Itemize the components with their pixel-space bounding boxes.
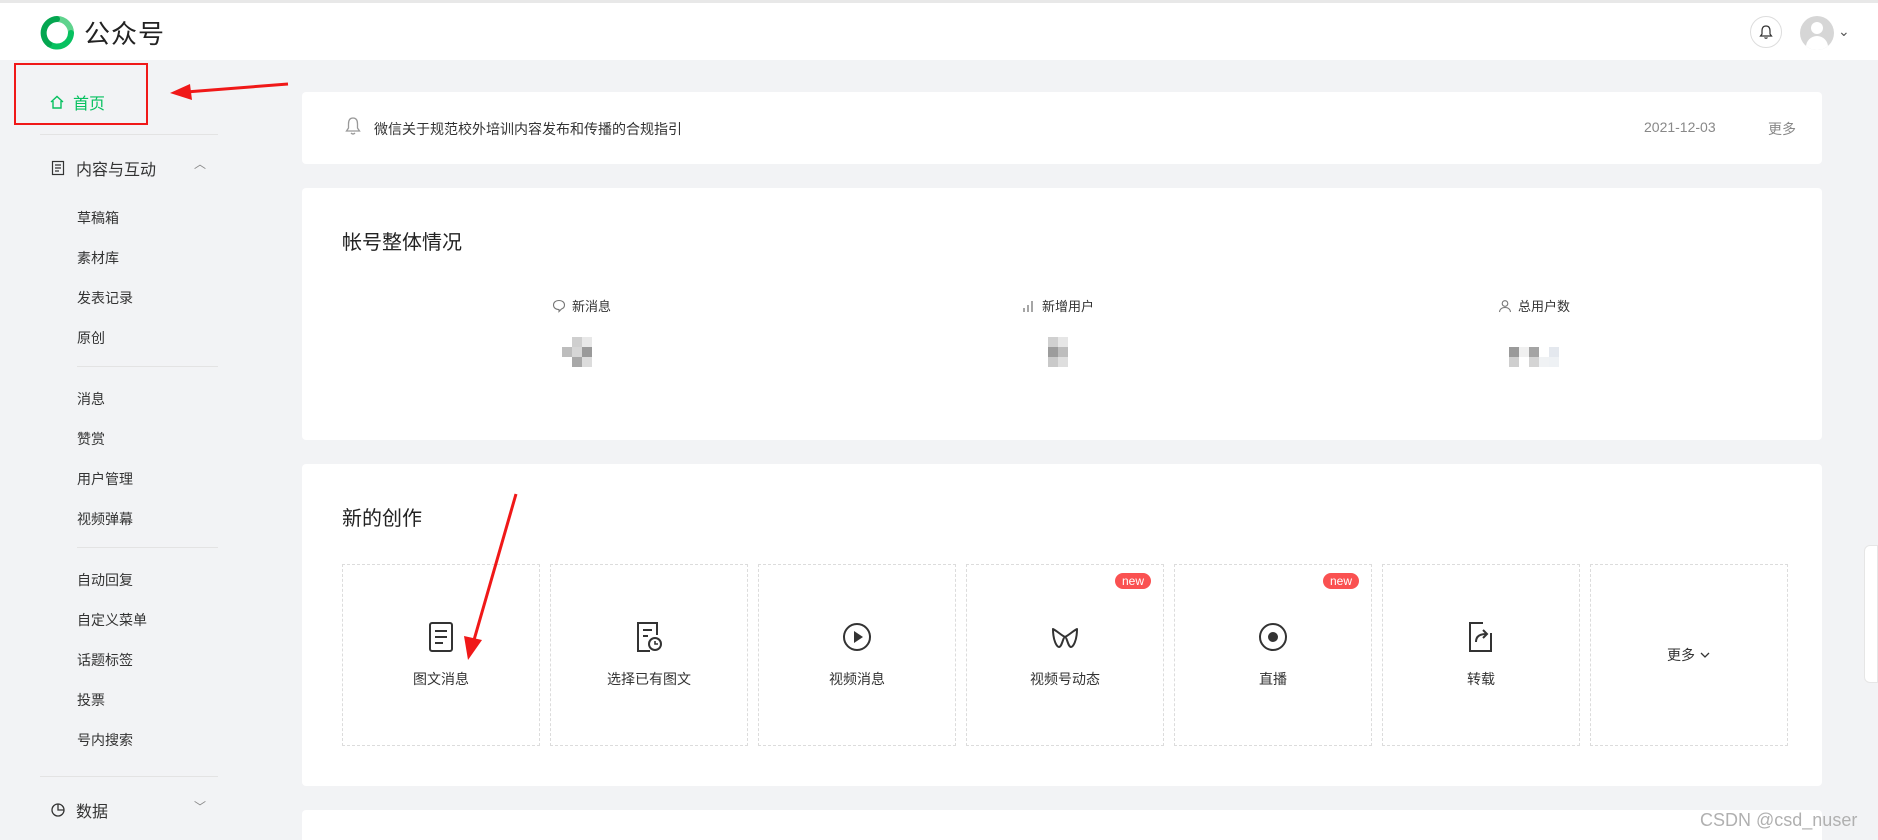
sidebar-group-label: 数据	[76, 804, 109, 821]
stat-label: 新增用户	[1042, 299, 1095, 314]
wechat-mp-logo-icon	[40, 15, 74, 50]
sidebar-item-topic-tags[interactable]: 话题标签	[77, 650, 133, 670]
chevron-down-icon	[1700, 652, 1710, 658]
new-badge: new	[1114, 573, 1151, 589]
chevron-down-icon[interactable]: ⌄	[1838, 23, 1850, 40]
pixelated-value	[1038, 337, 1078, 377]
create-tile-more[interactable]: 更多	[1590, 564, 1788, 746]
sidebar-item-video-danmaku[interactable]: 视频弹幕	[77, 509, 133, 529]
next-section-card	[302, 810, 1822, 840]
article-clock-icon	[637, 622, 662, 652]
create-tile-video[interactable]: 视频消息	[758, 564, 956, 746]
live-record-icon	[1259, 623, 1287, 651]
sidebar-item-user-management[interactable]: 用户管理	[77, 469, 133, 489]
pixelated-value	[561, 337, 602, 377]
sidebar-item-library[interactable]: 素材库	[77, 248, 119, 268]
document-icon	[51, 160, 65, 176]
notice-link[interactable]: 微信关于规范校外培训内容发布和传播的合规指引	[374, 119, 682, 139]
app-title: 公众号	[84, 19, 166, 49]
sidebar-group-content[interactable]: 内容与互动	[50, 156, 156, 180]
annotation-highlight-box	[14, 63, 148, 125]
stat-new-users[interactable]: 新增用户	[1022, 296, 1094, 377]
notice-card: 微信关于规范校外培训内容发布和传播的合规指引 2021-12-03 更多	[302, 92, 1822, 164]
sidebar-item-messages[interactable]: 消息	[77, 389, 105, 409]
channels-icon	[1052, 628, 1078, 648]
create-tile-existing-article[interactable]: 选择已有图文	[550, 564, 748, 746]
users-icon	[1498, 299, 1512, 312]
sidebar: 首页 内容与互动 ︿ 草稿箱 素材库 发表记录 原创 消息 赞赏 用户管理 视频…	[0, 60, 240, 840]
sidebar-group-label: 内容与互动	[76, 162, 157, 179]
bell-icon	[345, 117, 361, 135]
divider	[40, 776, 218, 777]
divider	[40, 134, 218, 135]
tile-label: 转载	[1467, 671, 1495, 687]
bell-icon	[1759, 25, 1773, 39]
section-title: 帐号整体情况	[342, 232, 462, 254]
repost-icon	[1469, 622, 1492, 652]
top-bar: 公众号 ⌄	[0, 0, 1878, 60]
stat-new-messages[interactable]: 新消息	[552, 296, 611, 377]
sidebar-item-auto-reply[interactable]: 自动回复	[77, 570, 133, 590]
bar-chart-icon	[1023, 300, 1033, 312]
pixelated-value	[1509, 337, 1559, 377]
new-badge: new	[1322, 573, 1359, 589]
tile-label: 直播	[1259, 671, 1287, 687]
tile-label: 视频号动态	[1030, 671, 1100, 687]
stat-label: 新消息	[572, 299, 612, 314]
article-icon	[429, 622, 453, 652]
notice-more-link[interactable]: 更多	[1768, 119, 1796, 139]
sidebar-item-publish-records[interactable]: 发表记录	[77, 288, 133, 308]
notification-button[interactable]	[1750, 16, 1782, 48]
divider	[77, 547, 218, 548]
tile-label: 视频消息	[829, 671, 885, 687]
new-creation-card: 新的创作 图文消息 选择已有图文 视频消息 new 视频号动态 new 直播 转…	[302, 464, 1822, 786]
tile-label: 图文消息	[413, 671, 469, 687]
create-tile-live[interactable]: new 直播	[1174, 564, 1372, 746]
divider	[77, 366, 218, 367]
chat-bubble-icon	[552, 299, 566, 313]
watermark: CSDN @csd_nuser	[1700, 810, 1858, 830]
notice-date: 2021-12-03	[1644, 119, 1716, 135]
create-tile-channels[interactable]: new 视频号动态	[966, 564, 1164, 746]
create-tile-repost[interactable]: 转载	[1382, 564, 1580, 746]
user-avatar-icon[interactable]	[1800, 16, 1834, 50]
sidebar-item-drafts[interactable]: 草稿箱	[77, 208, 119, 228]
more-label: 更多	[1667, 647, 1695, 663]
logo[interactable]: 公众号	[40, 14, 165, 51]
section-title: 新的创作	[342, 508, 422, 530]
pie-chart-icon	[51, 803, 65, 817]
play-circle-icon	[843, 623, 871, 651]
tile-label: 选择已有图文	[607, 671, 691, 687]
sidebar-item-rewards[interactable]: 赞赏	[77, 429, 105, 449]
sidebar-item-vote[interactable]: 投票	[77, 690, 105, 710]
sidebar-item-original[interactable]: 原创	[77, 328, 105, 348]
sidebar-item-in-account-search[interactable]: 号内搜索	[77, 730, 133, 750]
chevron-down-icon[interactable]: ﹀	[194, 798, 206, 815]
stat-label: 总用户数	[1518, 299, 1571, 314]
chevron-up-icon[interactable]: ︿	[194, 155, 206, 172]
sidebar-group-data[interactable]: 数据	[50, 798, 108, 822]
sidebar-item-custom-menu[interactable]: 自定义菜单	[77, 610, 147, 630]
account-overview-card: 帐号整体情况 新消息 新增用户 总用户数	[302, 188, 1822, 440]
create-tile-article[interactable]: 图文消息	[342, 564, 540, 746]
stat-total-users[interactable]: 总用户数	[1498, 296, 1570, 377]
floating-side-tab[interactable]	[1864, 545, 1878, 683]
